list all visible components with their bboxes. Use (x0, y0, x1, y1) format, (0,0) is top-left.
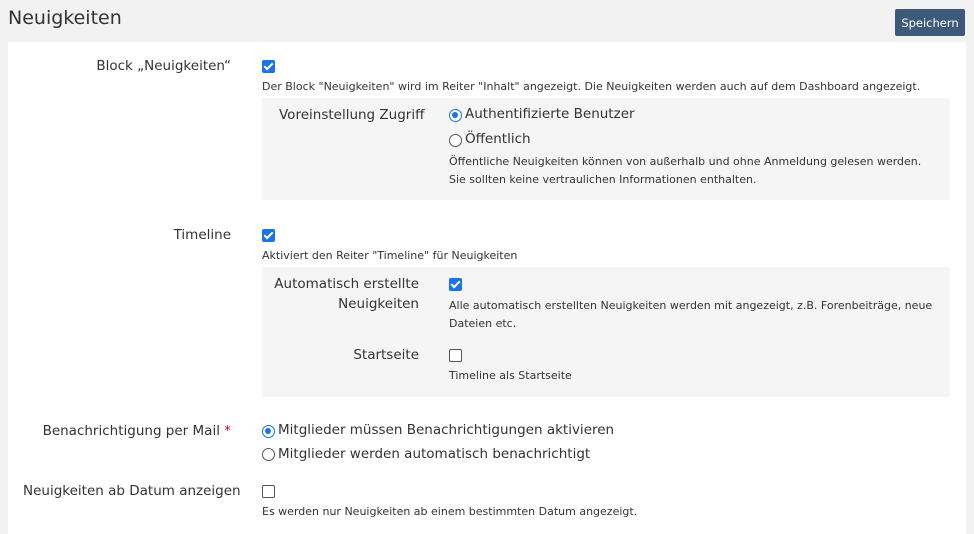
auto-news-label-line2: Neuigkeiten (338, 296, 419, 312)
mail-radio-manual[interactable] (262, 425, 275, 438)
mail-radio-automatic[interactable] (262, 448, 275, 461)
access-radio-public[interactable] (449, 134, 462, 147)
date-filter-checkbox[interactable] (262, 485, 275, 498)
block-news-checkbox[interactable] (262, 60, 275, 73)
access-option-public[interactable]: Öffentlich (465, 131, 531, 147)
block-news-help: Der Block "Neuigkeiten" wird im Reiter "… (262, 80, 921, 93)
access-radio-authenticated[interactable] (449, 109, 462, 122)
access-help-line1: Öffentliche Neuigkeiten können von außer… (449, 155, 922, 168)
page-header: Neuigkeiten Speichern (0, 0, 974, 42)
save-button[interactable]: Speichern (895, 9, 965, 36)
access-label: Voreinstellung Zugriff (279, 107, 425, 123)
timeline-label: Timeline (173, 227, 231, 243)
access-subsection: Voreinstellung Zugriff Authentifizierte … (262, 98, 950, 200)
access-help-line2: Sie sollten keine vertraulichen Informat… (449, 173, 757, 186)
mail-option-manual[interactable]: Mitglieder müssen Benachrichtigungen akt… (278, 422, 614, 438)
timeline-help: Aktiviert den Reiter "Timeline" für Neui… (262, 249, 518, 262)
page-title: Neuigkeiten (8, 7, 122, 29)
required-marker: * (224, 423, 231, 439)
auto-news-label-line1: Automatisch erstellte (274, 276, 419, 292)
access-option-authenticated[interactable]: Authentifizierte Benutzer (465, 106, 635, 122)
auto-news-help-line2: Dateien etc. (449, 317, 517, 330)
mail-notification-label-text: Benachrichtigung per Mail (42, 423, 220, 439)
settings-panel: Block „Neuigkeiten“ Der Block "Neuigkeit… (8, 42, 966, 534)
timeline-subsection: Automatisch erstellte Neuigkeiten Alle a… (262, 267, 950, 397)
mail-notification-label: Benachrichtigung per Mail * (43, 423, 231, 439)
startpage-help: Timeline als Startseite (449, 369, 572, 382)
startpage-label: Startseite (353, 347, 419, 363)
block-news-label: Block „Neuigkeiten“ (96, 58, 231, 74)
date-filter-help: Es werden nur Neuigkeiten ab einem besti… (262, 505, 638, 518)
auto-news-help-line1: Alle automatisch erstellten Neuigkeiten … (449, 299, 933, 312)
timeline-checkbox[interactable] (262, 229, 275, 242)
date-filter-label: Neuigkeiten ab Datum anzeigen (23, 483, 241, 499)
mail-option-automatic[interactable]: Mitglieder werden automatisch benachrich… (278, 446, 590, 462)
auto-news-checkbox[interactable] (449, 278, 462, 291)
startpage-checkbox[interactable] (449, 349, 462, 362)
